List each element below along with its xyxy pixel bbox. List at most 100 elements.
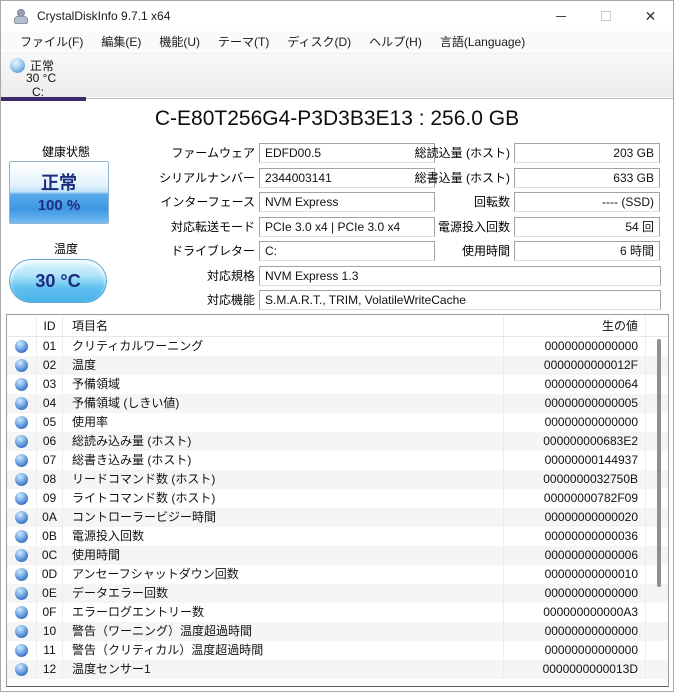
row-id: 0D [37, 565, 63, 584]
table-row[interactable]: 09 ライトコマンド数 (ホスト) 00000000782F09 [7, 489, 668, 508]
row-attribute-name: 電源投入回数 [63, 527, 504, 546]
status-good-icon [15, 663, 28, 676]
status-good-icon [15, 397, 28, 410]
table-row[interactable]: 11 警告（クリティカル）温度超過時間 00000000000000 [7, 641, 668, 660]
drive-info-panel: C-E80T256G4-P3D3B3E13 : 256.0 GB 健康状態 正常… [1, 101, 673, 691]
field-label: 使用時間 [461, 244, 510, 258]
status-good-icon [15, 454, 28, 467]
smart-table-body: 01 クリティカルワーニング 00000000000000 02 温度 0000… [7, 337, 668, 679]
menu-item-edit[interactable]: 編集(E) [92, 31, 150, 53]
status-good-icon [15, 587, 28, 600]
drive-tab-temperature: 30 °C [26, 71, 57, 85]
status-good-icon [15, 473, 28, 486]
status-good-icon [15, 606, 28, 619]
table-row[interactable]: 03 予備領域 00000000000064 [7, 375, 668, 394]
info-field-row: 総書込量 (ホスト) 633 GB [351, 167, 663, 188]
row-attribute-name: 温度 [63, 356, 504, 375]
table-scrollbar-thumb[interactable] [657, 339, 661, 587]
table-row[interactable]: 07 総書き込み量 (ホスト) 00000000144937 [7, 451, 668, 470]
table-row[interactable]: 12 温度センサー1 0000000000013D [7, 660, 668, 679]
crystaldiskinfo-window: CrystalDiskInfo 9.7.1 x64 ✕ ファイル(F) 編集(E)… [0, 0, 674, 692]
table-row[interactable]: 04 予備領域 (しきい値) 00000000000005 [7, 394, 668, 413]
health-percent-value: 100 % [37, 197, 81, 214]
menu-item-help[interactable]: ヘルプ(H) [360, 31, 431, 53]
table-row[interactable]: 10 警告（ワーニング）温度超過時間 00000000000000 [7, 622, 668, 641]
row-raw-value: 00000000000010 [504, 565, 646, 584]
field-label: ドライブレター [170, 244, 255, 258]
table-row[interactable]: 0E データエラー回数 00000000000000 [7, 584, 668, 603]
info-field-row: 使用時間 6 時間 [351, 241, 663, 261]
table-row[interactable]: 0C 使用時間 00000000000006 [7, 546, 668, 565]
row-id: 0E [37, 584, 63, 603]
row-id: 0A [37, 508, 63, 527]
row-attribute-name: 予備領域 (しきい値) [63, 394, 504, 413]
menu-item-theme[interactable]: テーマ(T) [209, 31, 278, 53]
row-id: 01 [37, 337, 63, 356]
row-id: 10 [37, 622, 63, 641]
info-field-row: 回転数 ---- (SSD) [351, 192, 663, 212]
row-id: 03 [37, 375, 63, 394]
row-attribute-name: 温度センサー1 [63, 660, 504, 679]
table-row[interactable]: 0B 電源投入回数 00000000000036 [7, 527, 668, 546]
health-status-button[interactable]: 正常 100 % [9, 161, 109, 224]
row-id: 09 [37, 489, 63, 508]
drive-tab-c[interactable]: 正常 30 °C C: [1, 54, 86, 99]
table-row[interactable]: 0F エラーログエントリー数 000000000000A3 [7, 603, 668, 622]
status-good-icon [15, 340, 28, 353]
drive-fields-right: 総読込量 (ホスト) 203 GB 総書込量 (ホスト) 633 GB 回転数 … [351, 143, 663, 261]
table-row[interactable]: 05 使用率 00000000000000 [7, 413, 668, 432]
minimize-icon [555, 15, 566, 17]
field-label: シリアルナンバー [159, 170, 255, 185]
row-raw-value: 00000000000000 [504, 337, 646, 356]
maximize-button[interactable] [583, 1, 628, 31]
minimize-button[interactable] [538, 1, 583, 31]
row-id: 0F [37, 603, 63, 622]
row-attribute-name: リードコマンド数 (ホスト) [63, 470, 504, 489]
table-row[interactable]: 06 総読み込み量 (ホスト) 000000000683E2 [7, 432, 668, 451]
window-title: CrystalDiskInfo 9.7.1 x64 [37, 9, 171, 23]
row-raw-value: 0000000000013D [504, 660, 646, 679]
row-raw-value: 00000000000006 [504, 546, 646, 565]
info-field-row: 総読込量 (ホスト) 203 GB [351, 143, 663, 163]
menu-item-disk[interactable]: ディスク(D) [278, 31, 360, 53]
row-attribute-name: 総書き込み量 (ホスト) [63, 451, 504, 470]
row-attribute-name: アンセーフシャットダウン回数 [63, 565, 504, 584]
table-row[interactable]: 08 リードコマンド数 (ホスト) 0000000032750B [7, 470, 668, 489]
row-attribute-name: エラーログエントリー数 [63, 603, 504, 622]
row-attribute-name: 警告（クリティカル）温度超過時間 [63, 641, 504, 660]
temperature-button[interactable]: 30 °C [9, 259, 107, 303]
field-label: 対応転送モード [170, 219, 255, 234]
field-label: インターフェース [160, 195, 255, 209]
field-label: 対応規格 [206, 268, 255, 283]
app-icon [13, 8, 29, 24]
row-raw-value: 000000000683E2 [504, 432, 646, 451]
status-good-icon [15, 568, 28, 581]
field-label: ファームウェア [171, 146, 255, 160]
active-tab-underline [1, 97, 86, 101]
info-field-row: 対応規格 NVM Express 1.3 [101, 265, 663, 286]
row-attribute-name: 予備領域 [63, 375, 504, 394]
row-id: 04 [37, 394, 63, 413]
health-status-value: 正常 [41, 173, 77, 193]
row-id: 05 [37, 413, 63, 432]
menu-bar: ファイル(F) 編集(E) 機能(U) テーマ(T) ディスク(D) ヘルプ(H) 言語(L… [1, 31, 673, 53]
menu-item-function[interactable]: 機能(U) [150, 31, 209, 53]
close-button[interactable]: ✕ [628, 1, 673, 31]
menu-item-file[interactable]: ファイル(F) [11, 31, 92, 53]
status-good-icon [15, 511, 28, 524]
row-attribute-name: 使用時間 [63, 546, 504, 565]
table-row[interactable]: 0A コントローラービジー時間 00000000000020 [7, 508, 668, 527]
table-row[interactable]: 0D アンセーフシャットダウン回数 00000000000010 [7, 565, 668, 584]
row-id: 12 [37, 660, 63, 679]
close-icon: ✕ [644, 7, 657, 24]
table-row[interactable]: 01 クリティカルワーニング 00000000000000 [7, 337, 668, 356]
field-value-box: 6 時間 [514, 241, 660, 261]
row-raw-value: 000000000000A3 [504, 603, 646, 622]
status-good-icon [15, 530, 28, 543]
row-attribute-name: コントローラービジー時間 [63, 508, 504, 527]
table-row[interactable]: 02 温度 0000000000012F [7, 356, 668, 375]
row-raw-value: 0000000000012F [504, 356, 646, 375]
menu-item-language[interactable]: 言語(Language) [431, 31, 534, 53]
maximize-icon [600, 11, 611, 21]
table-header-row: ID 項目名 生の値 [7, 315, 668, 337]
